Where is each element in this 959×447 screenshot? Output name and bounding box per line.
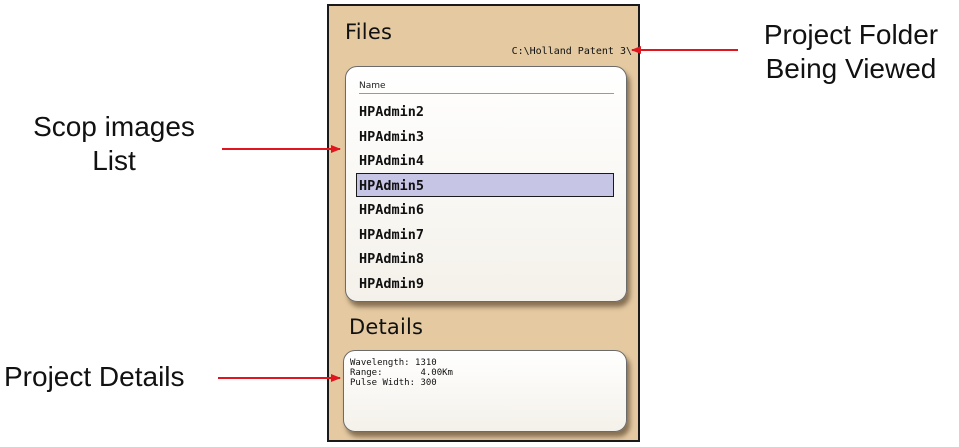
- annotation-line: Project Details: [4, 361, 185, 392]
- list-item-selected[interactable]: HPAdmin5: [356, 172, 614, 197]
- project-folder-path: C:\Holland Patent 3\: [511, 46, 632, 57]
- list-item[interactable]: HPAdmin3: [356, 124, 614, 149]
- name-column-header[interactable]: Name: [359, 81, 614, 94]
- annotation-line: Project Folder: [763, 19, 939, 50]
- list-item[interactable]: HPAdmin6: [356, 197, 614, 222]
- project-details-card: Wavelength: 1310 Range: 4.00Km Pulse Width…: [343, 350, 627, 432]
- list-item[interactable]: HPAdmin4: [356, 148, 614, 173]
- project-details-text: Wavelength: 1310 Range: 4.00Km Pulse Width…: [350, 358, 453, 388]
- details-title: Details: [349, 315, 424, 339]
- list-item[interactable]: HPAdmin7: [356, 222, 614, 247]
- annotation-project-details: Project Details: [4, 360, 224, 394]
- detail-pulse-width: Pulse Width: 300: [350, 378, 437, 388]
- list-item[interactable]: HPAdmin8: [356, 246, 614, 271]
- list-item[interactable]: HPAdmin2: [356, 99, 614, 124]
- files-list-card: Name HPAdmin2 HPAdmin3 HPAdmin4 HPAdmin5…: [345, 66, 627, 302]
- scop-images-list: HPAdmin2 HPAdmin3 HPAdmin4 HPAdmin5 HPAd…: [356, 99, 614, 295]
- detail-wavelength: Wavelength: 1310: [350, 358, 437, 368]
- annotation-line: Scop images: [33, 111, 195, 142]
- annotation-line: Being Viewed: [765, 53, 937, 84]
- files-title: Files: [345, 20, 393, 44]
- annotation-project-folder: Project Folder Being Viewed: [746, 18, 956, 86]
- list-item[interactable]: HPAdmin9: [356, 271, 614, 296]
- detail-range: Range: 4.00Km: [350, 368, 453, 378]
- annotation-line: List: [92, 145, 136, 176]
- file-browser-panel: Files C:\Holland Patent 3\ Name HPAdmin2…: [327, 4, 640, 442]
- annotation-scop-images-list: Scop images List: [4, 110, 224, 178]
